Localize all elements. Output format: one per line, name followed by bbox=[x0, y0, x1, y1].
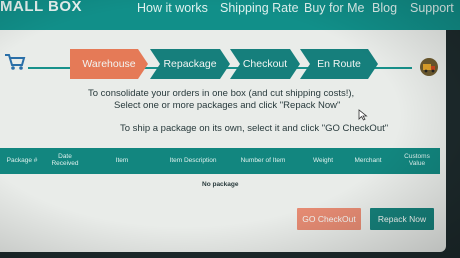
nav-shipping-rate[interactable]: Shipping Rate bbox=[220, 1, 299, 15]
top-navigation: MALL BOX How it works Shipping Rate Buy … bbox=[0, 0, 460, 30]
instruction-line-3: To ship a package on its own, select it … bbox=[120, 123, 389, 134]
column-merchant[interactable]: Merchant bbox=[348, 157, 388, 164]
column-weight[interactable]: Weight bbox=[306, 157, 340, 164]
step-repackage: Repackage bbox=[150, 49, 230, 79]
instruction-line-2: Select one or more packages and click "R… bbox=[114, 100, 341, 111]
instruction-line-1: To consolidate your orders in one box (a… bbox=[88, 88, 355, 99]
step-warehouse: Warehouse bbox=[70, 49, 148, 79]
column-package-number[interactable]: Package # bbox=[4, 157, 40, 164]
column-date-received[interactable]: Date Received bbox=[48, 153, 82, 167]
column-item[interactable]: Item bbox=[108, 157, 136, 164]
shopping-cart-icon bbox=[5, 54, 26, 70]
nav-how-it-works[interactable]: How it works bbox=[137, 1, 208, 15]
column-item-description[interactable]: Item Description bbox=[160, 157, 226, 164]
nav-support[interactable]: Support bbox=[410, 1, 454, 15]
delivery-truck-icon bbox=[420, 58, 438, 76]
nav-buy-for-me[interactable]: Buy for Me bbox=[304, 1, 364, 15]
step-en-route: En Route bbox=[300, 49, 378, 79]
column-customs-value[interactable]: Customs Value bbox=[398, 153, 436, 167]
packages-table-header: Package # Date Received Item Item Descri… bbox=[0, 148, 440, 174]
site-logo[interactable]: MALL BOX bbox=[0, 0, 82, 15]
go-checkout-button[interactable]: GO CheckOut bbox=[297, 208, 361, 230]
step-checkout: Checkout bbox=[230, 49, 300, 79]
column-number-of-item[interactable]: Number of Item bbox=[232, 157, 294, 164]
consolidation-panel: Warehouse Repackage Checkout En Route To… bbox=[0, 30, 446, 252]
empty-table-message: No package bbox=[202, 181, 239, 188]
nav-blog[interactable]: Blog bbox=[372, 1, 397, 15]
repack-now-button[interactable]: Repack Now bbox=[370, 208, 434, 230]
mouse-cursor-icon bbox=[358, 109, 368, 121]
